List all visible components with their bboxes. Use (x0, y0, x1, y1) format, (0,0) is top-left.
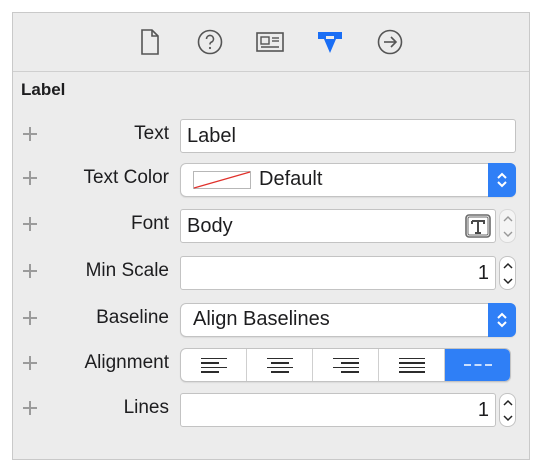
chevron-up-icon[interactable] (503, 215, 513, 222)
font-row: Font Body (13, 209, 529, 245)
chevron-up-down-icon (497, 172, 507, 188)
lines-label: Lines (123, 397, 169, 418)
add-variation-plus-icon[interactable] (21, 262, 39, 280)
font-label: Font (130, 213, 169, 234)
add-variation-plus-icon[interactable] (21, 399, 39, 417)
alignment-segmented-control (180, 348, 511, 382)
font-picker-icon[interactable] (465, 214, 491, 238)
add-variation-plus-icon[interactable] (21, 215, 39, 233)
font-size-stepper[interactable] (499, 209, 516, 243)
baseline-popup[interactable]: Align Baselines (180, 303, 516, 337)
help-inspector-tab[interactable] (195, 27, 225, 57)
align-center-segment[interactable] (247, 349, 313, 381)
add-variation-plus-icon[interactable] (21, 309, 39, 327)
connections-icon (377, 29, 403, 55)
chevron-up-down-icon (497, 312, 507, 328)
connections-inspector-tab[interactable] (375, 27, 405, 57)
popup-arrows-button[interactable] (488, 303, 516, 337)
attributes-icon (318, 32, 342, 53)
alignment-row: Alignment (13, 348, 529, 384)
add-variation-plus-icon[interactable] (21, 125, 39, 143)
align-natural-segment[interactable] (445, 349, 510, 381)
align-center-icon (266, 357, 293, 373)
add-variation-plus-icon[interactable] (21, 169, 39, 187)
text-label: Text (134, 123, 169, 144)
min-scale-row: Min Scale 1 (13, 256, 529, 292)
chevron-down-icon[interactable] (503, 231, 513, 238)
file-inspector-tab[interactable] (135, 27, 165, 57)
align-left-segment[interactable] (181, 349, 247, 381)
baseline-label: Baseline (96, 307, 169, 328)
align-left-icon (200, 357, 227, 373)
attributes-inspector-tab[interactable] (315, 27, 345, 57)
text-color-popup[interactable]: Default (180, 163, 516, 197)
align-justified-icon (398, 357, 425, 373)
lines-value: 1 (477, 399, 489, 421)
align-right-segment[interactable] (313, 349, 379, 381)
baseline-value: Align Baselines (193, 308, 330, 330)
lines-field[interactable]: 1 (180, 393, 496, 427)
alignment-label: Alignment (84, 352, 170, 373)
align-justified-segment[interactable] (379, 349, 445, 381)
text-row: Text (13, 119, 529, 155)
text-color-row: Text Color Default (13, 163, 529, 199)
text-color-value: Default (259, 168, 323, 190)
lines-stepper[interactable] (499, 393, 516, 427)
min-scale-stepper[interactable] (499, 256, 516, 290)
min-scale-field[interactable]: 1 (180, 256, 496, 290)
identity-icon (256, 32, 284, 52)
help-icon (197, 29, 223, 55)
lines-row: Lines 1 (13, 393, 529, 429)
font-field[interactable]: Body (180, 209, 496, 243)
add-variation-plus-icon[interactable] (21, 354, 39, 372)
section-title: Label (21, 80, 66, 99)
min-scale-label: Min Scale (85, 260, 169, 281)
text-color-label: Text Color (83, 167, 169, 188)
chevron-down-icon[interactable] (502, 414, 513, 422)
popup-arrows-button[interactable] (488, 163, 516, 197)
chevron-up-icon[interactable] (502, 399, 513, 406)
align-right-icon (332, 357, 359, 373)
identity-inspector-tab[interactable] (255, 27, 285, 57)
file-icon (141, 29, 159, 55)
chevron-up-icon[interactable] (502, 262, 513, 269)
attributes-inspector-panel: Label Text Text Color Default Font (12, 12, 530, 460)
inspector-toolbar (13, 13, 529, 72)
align-natural-icon (463, 364, 492, 366)
min-scale-value: 1 (477, 262, 489, 284)
font-value: Body (187, 215, 233, 237)
color-swatch-icon (193, 171, 251, 189)
baseline-row: Baseline Align Baselines (13, 303, 529, 339)
chevron-down-icon[interactable] (502, 277, 513, 285)
text-field[interactable] (180, 119, 516, 153)
